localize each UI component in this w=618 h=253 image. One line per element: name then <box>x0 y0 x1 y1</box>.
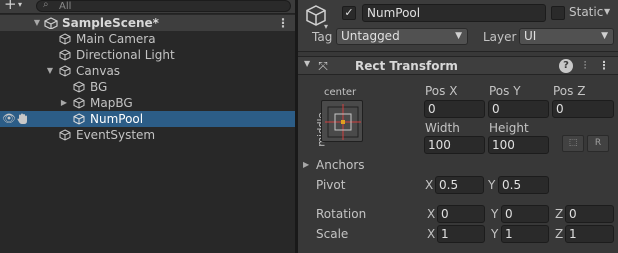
inspector-panel: ▾ ✓ NumPool Static ▼ Tag Untagged ▼ Laye… <box>298 0 618 253</box>
item-label: Canvas <box>76 64 121 78</box>
gameobject-cube-icon <box>59 65 71 77</box>
width-field[interactable]: 100 <box>424 136 485 154</box>
scene-row[interactable]: ▼ SampleScene* ⋮ <box>0 15 295 31</box>
width-label: Width <box>425 121 460 135</box>
gameobject-cube-icon <box>73 113 85 125</box>
item-label: Directional Light <box>76 48 175 62</box>
pivot-y-field[interactable]: 0.5 <box>498 176 549 194</box>
pos-x-field[interactable]: 0 <box>424 100 485 118</box>
search-icon: ⌕ <box>43 0 49 10</box>
hierarchy-toolbar: + ▾ ⌕ <box>0 0 295 14</box>
scale-label: Scale <box>316 227 349 241</box>
add-button[interactable]: + ▾ <box>4 0 30 13</box>
object-name-field[interactable]: NumPool <box>362 4 546 22</box>
hierarchy-item-bg[interactable]: BG <box>0 79 295 95</box>
fold-arrow-icon[interactable]: ▼ <box>304 59 310 68</box>
more-vertical-icon[interactable]: ⋮ <box>597 59 611 73</box>
scale-z-field[interactable]: 1 <box>565 225 614 243</box>
scale-x-field[interactable]: 1 <box>437 225 485 243</box>
hierarchy-item-directional-light[interactable]: Directional Light <box>0 47 295 63</box>
rotation-y-field[interactable]: 0 <box>501 205 549 223</box>
item-label: NumPool <box>90 112 144 126</box>
tag-label: Tag <box>312 30 333 44</box>
scale-y-field[interactable]: 1 <box>501 225 549 243</box>
component-title: Rect Transform <box>355 59 458 73</box>
scale-z-axis-label[interactable]: Z <box>555 227 563 241</box>
layer-dropdown[interactable]: UI ▼ <box>519 28 614 45</box>
pivot-x-axis-label[interactable]: X <box>425 178 433 192</box>
anchor-preset-icon <box>325 104 361 140</box>
pivot-label: Pivot <box>316 178 346 192</box>
presets-sliders-icon[interactable]: ⫶ <box>578 59 592 73</box>
hierarchy-panel: +▾ ⌕ ▼ SampleScene* ⋮ Main Camera Direct… <box>0 0 295 253</box>
visibility-eye-icon[interactable]: 👁 <box>2 111 16 127</box>
anchors-label[interactable]: Anchors <box>316 158 365 172</box>
hierarchy-item-eventsystem[interactable]: EventSystem <box>0 127 295 143</box>
pos-x-label: Pos X <box>425 84 458 98</box>
layer-value: UI <box>524 29 537 43</box>
checkmark-icon: ✓ <box>344 6 354 19</box>
expand-arrow-icon[interactable]: ▶ <box>59 95 69 111</box>
gameobject-cube-icon <box>73 81 85 93</box>
help-icon[interactable]: ? <box>559 59 573 73</box>
item-label: Main Camera <box>76 32 156 46</box>
rotation-x-axis-label[interactable]: X <box>427 207 435 221</box>
gameobject-header: ▾ ✓ NumPool Static ▼ Tag Untagged ▼ Laye… <box>298 0 618 52</box>
pos-y-field[interactable]: 0 <box>488 100 549 118</box>
hierarchy-item-canvas[interactable]: ▼ Canvas <box>0 63 295 79</box>
tag-dropdown[interactable]: Untagged ▼ <box>336 28 468 45</box>
item-label: MapBG <box>90 96 133 110</box>
plus-icon: + <box>4 0 17 13</box>
rotation-label: Rotation <box>316 207 367 221</box>
static-label: Static <box>569 5 604 19</box>
hierarchy-item-mapbg[interactable]: ▶ MapBG <box>0 95 295 111</box>
hierarchy-item-main-camera[interactable]: Main Camera <box>0 31 295 47</box>
gameobject-cube-icon <box>73 97 85 109</box>
anchor-horizontal-label: center <box>324 87 357 98</box>
height-field[interactable]: 100 <box>488 136 549 154</box>
raw-edit-button[interactable]: R <box>587 135 609 152</box>
tag-value: Untagged <box>341 29 400 43</box>
hierarchy-item-numpool[interactable]: 👁 NumPool <box>0 111 295 127</box>
chevron-down-icon: ▾ <box>18 0 23 9</box>
search-input[interactable] <box>59 0 279 12</box>
rect-transform-header[interactable]: ▼ ⤧ Rect Transform ? ⫶ ⋮ <box>298 56 618 75</box>
anchor-preset-button[interactable] <box>321 100 363 142</box>
scale-x-axis-label[interactable]: X <box>427 227 435 241</box>
active-checkbox[interactable]: ✓ <box>342 6 356 20</box>
height-label: Height <box>489 121 529 135</box>
layer-label: Layer <box>483 30 517 44</box>
scale-y-axis-label[interactable]: Y <box>491 227 498 241</box>
rotation-y-axis-label[interactable]: Y <box>491 207 498 221</box>
rotation-z-axis-label[interactable]: Z <box>555 207 563 221</box>
rotation-x-field[interactable]: 0 <box>437 205 485 223</box>
pos-z-label: Pos Z <box>553 84 586 98</box>
pos-y-label: Pos Y <box>489 84 521 98</box>
static-dropdown-chevron-icon[interactable]: ▼ <box>604 7 610 16</box>
dotted-rect-icon: ⬚ <box>568 138 578 148</box>
rect-transform-icon: ⤧ <box>318 59 328 73</box>
pivot-x-field[interactable]: 0.5 <box>435 176 484 194</box>
item-label: EventSystem <box>76 128 156 142</box>
rotation-z-field[interactable]: 0 <box>565 205 614 223</box>
hierarchy-search[interactable]: ⌕ <box>36 0 291 12</box>
fold-arrow-icon[interactable]: ▼ <box>45 63 55 79</box>
blueprint-mode-button[interactable]: ⬚ <box>562 135 584 152</box>
static-checkbox[interactable] <box>551 6 565 20</box>
gameobject-cube-icon <box>59 49 71 61</box>
gameobject-cube-icon <box>59 129 71 141</box>
dropdown-arrow-icon: ▼ <box>601 31 608 41</box>
more-vertical-icon[interactable]: ⋮ <box>277 15 289 31</box>
gameobject-cube-icon <box>59 33 71 45</box>
expand-arrow-icon[interactable]: ▶ <box>303 160 309 169</box>
pickable-hand-icon[interactable] <box>16 113 29 125</box>
pos-z-field[interactable]: 0 <box>552 100 614 118</box>
scene-name: SampleScene* <box>62 16 159 30</box>
item-label: BG <box>90 80 108 94</box>
unity-scene-icon <box>44 17 58 29</box>
dropdown-arrow-icon: ▼ <box>455 31 462 41</box>
pivot-y-axis-label[interactable]: Y <box>488 178 495 192</box>
fold-arrow-icon[interactable]: ▼ <box>32 15 42 31</box>
